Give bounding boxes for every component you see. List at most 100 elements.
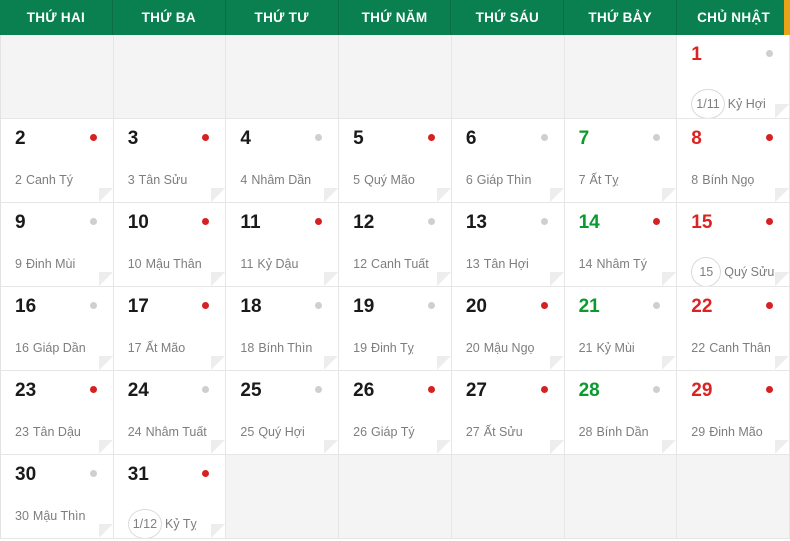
day-cell[interactable]: 24 24 Nhâm Tuất <box>113 371 227 455</box>
solar-row: 25 <box>240 381 324 407</box>
lunar-row: 6 Giáp Thìn <box>466 173 550 187</box>
day-cell[interactable]: 13 13 Tân Hợi <box>451 203 565 287</box>
solar-day-number: 22 <box>691 296 713 317</box>
weekday-header-cell-4: THỨ SÁU <box>451 0 565 35</box>
lunar-day-number: 23 <box>15 425 29 439</box>
day-cell[interactable]: 28 28 Bính Dần <box>564 371 678 455</box>
lunar-row: 7 Ất Tỵ <box>579 173 663 187</box>
good-day-dot-icon <box>89 134 97 141</box>
lunar-day-number: 26 <box>353 425 368 439</box>
good-day-dot-icon <box>766 302 773 309</box>
day-cell[interactable]: 20 20 Mậu Ngọ <box>451 287 565 371</box>
lunar-row: 1/12 Kỷ Tỵ <box>127 509 212 538</box>
lunar-day-number: 6 <box>465 173 473 187</box>
lunar-day-number: 30 <box>15 509 29 523</box>
solar-row: 12 <box>353 213 437 239</box>
day-cell[interactable]: 18 18 Bính Thìn <box>226 287 340 371</box>
solar-row: 1 <box>691 45 775 71</box>
solar-row: 31 <box>128 465 212 491</box>
day-cell[interactable]: 2 2 Canh Tý <box>1 119 114 203</box>
day-cell[interactable]: 23 23 Tân Dậu <box>1 371 114 455</box>
normal-day-dot-icon <box>427 302 435 309</box>
lunar-sexagenary-name: Tân Sửu <box>138 173 188 187</box>
solar-row: 22 <box>691 297 775 323</box>
day-cell[interactable]: 16 16 Giáp Dần <box>1 287 114 371</box>
lunar-day-number: 22 <box>691 341 706 355</box>
lunar-sexagenary-name: Giáp Thìn <box>476 173 532 187</box>
solar-row: 11 <box>240 213 324 239</box>
good-day-dot-icon <box>540 302 548 309</box>
normal-day-dot-icon <box>540 134 548 141</box>
day-cell[interactable]: 31 1/12 Kỷ Tỵ <box>113 455 227 539</box>
lunar-day-number: 8 <box>691 173 699 187</box>
lunar-sexagenary-name: Giáp Dần <box>32 341 86 355</box>
solar-day-number: 19 <box>353 296 375 317</box>
day-cell[interactable]: 8 8 Bính Ngọ <box>677 119 790 203</box>
solar-day-number: 13 <box>465 212 487 233</box>
solar-day-number: 30 <box>15 464 37 485</box>
lunar-row: 24 Nhâm Tuất <box>128 425 212 439</box>
day-cell[interactable]: 6 6 Giáp Thìn <box>451 119 565 203</box>
day-cell[interactable]: 1 1/11 Kỷ Hợi <box>677 35 790 119</box>
day-cell[interactable]: 15 15 Quý Sửu <box>677 203 790 287</box>
day-cell-empty <box>226 455 340 539</box>
day-cell[interactable]: 19 19 Đinh Tỵ <box>339 287 452 371</box>
solar-row: 30 <box>15 465 99 491</box>
solar-day-number: 11 <box>240 212 261 233</box>
lunar-day-number: 12 <box>353 257 368 271</box>
normal-day-dot-icon <box>315 302 323 309</box>
solar-day-number: 25 <box>240 380 262 401</box>
day-cell[interactable]: 25 25 Quý Hợi <box>226 371 340 455</box>
lunar-day-number: 21 <box>578 341 593 355</box>
solar-day-number: 27 <box>465 380 487 401</box>
day-cell[interactable]: 14 14 Nhâm Tý <box>564 203 678 287</box>
day-cell[interactable]: 4 4 Nhâm Dần <box>226 119 340 203</box>
day-cell[interactable]: 10 10 Mậu Thân <box>113 203 227 287</box>
solar-day-number: 17 <box>127 296 149 317</box>
lunar-row: 4 Nhâm Dần <box>240 173 324 187</box>
day-cell[interactable]: 29 29 Đinh Mão <box>677 371 790 455</box>
solar-row: 17 <box>128 297 212 323</box>
day-cell[interactable]: 30 30 Mậu Thìn <box>1 455 114 539</box>
lunar-row: 20 Mậu Ngọ <box>466 341 550 355</box>
lunar-sexagenary-name: Ất Sửu <box>483 425 523 439</box>
day-cell[interactable]: 12 12 Canh Tuất <box>339 203 452 287</box>
day-cell[interactable]: 5 5 Quý Mão <box>339 119 452 203</box>
solar-day-number: 16 <box>15 296 37 317</box>
lunar-sexagenary-name: Tân Dậu <box>32 425 81 439</box>
day-cell[interactable]: 17 17 Ất Mão <box>113 287 227 371</box>
lunar-day-number: 10 <box>127 257 142 271</box>
solar-row: 13 <box>466 213 550 239</box>
solar-day-number: 26 <box>353 380 375 401</box>
lunar-sexagenary-name: Kỷ Hợi <box>727 97 766 111</box>
lunar-row: 1/11 Kỷ Hợi <box>691 89 775 118</box>
day-cell[interactable]: 3 3 Tân Sửu <box>113 119 227 203</box>
good-day-dot-icon <box>540 386 548 393</box>
lunar-sexagenary-name: Đinh Mùi <box>25 257 76 271</box>
lunar-day-number: 5 <box>353 173 361 187</box>
solar-day-number: 24 <box>127 380 149 401</box>
lunar-day-number: 18 <box>240 341 255 355</box>
day-cell[interactable]: 27 27 Ất Sửu <box>451 371 565 455</box>
solar-day-number: 8 <box>691 128 702 149</box>
good-day-dot-icon <box>766 386 773 393</box>
solar-day-number: 2 <box>15 128 26 149</box>
lunar-row: 2 Canh Tý <box>15 173 99 187</box>
day-cell[interactable]: 9 9 Đinh Mùi <box>1 203 114 287</box>
lunar-sexagenary-name: Nhâm Dần <box>251 173 312 187</box>
solar-row: 28 <box>579 381 663 407</box>
day-cell[interactable]: 21 21 Kỷ Mùi <box>564 287 678 371</box>
solar-day-number: 3 <box>127 128 139 149</box>
lunar-day-number: 14 <box>578 257 593 271</box>
solar-row: 10 <box>128 213 212 239</box>
lunar-sexagenary-name: Mậu Thìn <box>32 509 86 523</box>
solar-day-number: 20 <box>465 296 487 317</box>
day-cell[interactable]: 26 26 Giáp Tý <box>339 371 452 455</box>
day-cell[interactable]: 11 11 Kỷ Dậu <box>226 203 340 287</box>
weekday-header-cell-1: THỨ BA <box>113 0 226 35</box>
day-cell[interactable]: 22 22 Canh Thân <box>677 287 790 371</box>
normal-day-dot-icon <box>89 470 97 477</box>
weekday-header-cell-0: THỨ HAI <box>0 0 113 35</box>
lunar-sexagenary-name: Bính Dần <box>596 425 649 439</box>
day-cell[interactable]: 7 7 Ất Tỵ <box>564 119 678 203</box>
